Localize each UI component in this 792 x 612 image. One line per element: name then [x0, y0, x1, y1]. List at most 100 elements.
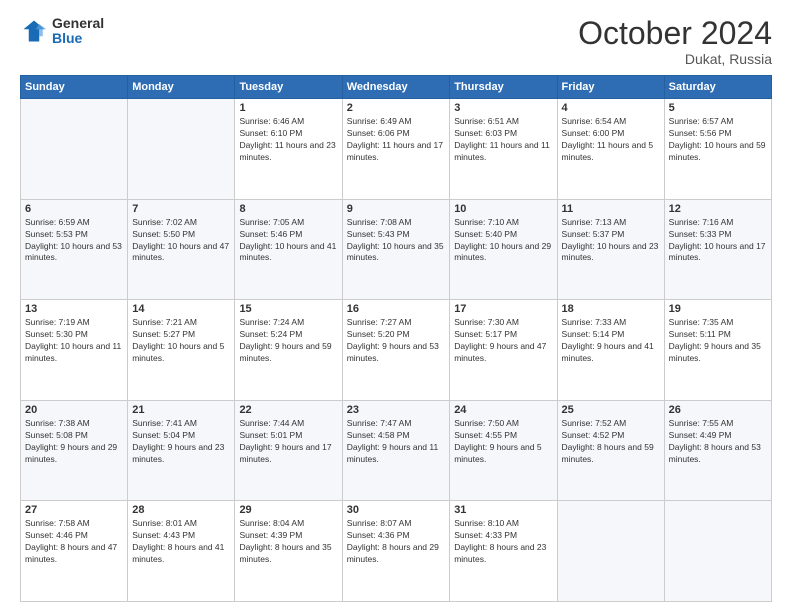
col-friday: Friday [557, 76, 664, 99]
calendar-cell: 11 Sunrise: 7:13 AMSunset: 5:37 PMDaylig… [557, 199, 664, 300]
header-row: Sunday Monday Tuesday Wednesday Thursday… [21, 76, 772, 99]
day-number: 15 [239, 303, 337, 315]
day-sunrise: Sunrise: 7:19 AMSunset: 5:30 PMDaylight:… [25, 317, 121, 363]
day-number: 21 [132, 404, 230, 416]
day-number: 23 [347, 404, 445, 416]
calendar-cell: 3 Sunrise: 6:51 AMSunset: 6:03 PMDayligh… [450, 99, 557, 200]
week-row-4: 27 Sunrise: 7:58 AMSunset: 4:46 PMDaylig… [21, 501, 772, 602]
day-number: 28 [132, 504, 230, 516]
calendar-cell: 5 Sunrise: 6:57 AMSunset: 5:56 PMDayligh… [664, 99, 771, 200]
calendar-table: Sunday Monday Tuesday Wednesday Thursday… [20, 75, 772, 602]
logo-general: General [52, 16, 104, 31]
calendar-cell: 9 Sunrise: 7:08 AMSunset: 5:43 PMDayligh… [342, 199, 449, 300]
logo-blue: Blue [52, 31, 104, 46]
day-number: 2 [347, 102, 445, 114]
day-sunrise: Sunrise: 7:10 AMSunset: 5:40 PMDaylight:… [454, 217, 551, 263]
day-sunrise: Sunrise: 7:52 AMSunset: 4:52 PMDaylight:… [562, 418, 654, 464]
day-number: 31 [454, 504, 552, 516]
col-saturday: Saturday [664, 76, 771, 99]
logo-icon [20, 17, 48, 45]
day-number: 27 [25, 504, 123, 516]
calendar-cell: 13 Sunrise: 7:19 AMSunset: 5:30 PMDaylig… [21, 300, 128, 401]
day-sunrise: Sunrise: 7:44 AMSunset: 5:01 PMDaylight:… [239, 418, 331, 464]
day-sunrise: Sunrise: 7:38 AMSunset: 5:08 PMDaylight:… [25, 418, 117, 464]
day-sunrise: Sunrise: 7:41 AMSunset: 5:04 PMDaylight:… [132, 418, 224, 464]
calendar-cell: 21 Sunrise: 7:41 AMSunset: 5:04 PMDaylig… [128, 400, 235, 501]
day-sunrise: Sunrise: 8:04 AMSunset: 4:39 PMDaylight:… [239, 518, 331, 564]
day-sunrise: Sunrise: 7:21 AMSunset: 5:27 PMDaylight:… [132, 317, 224, 363]
day-sunrise: Sunrise: 7:24 AMSunset: 5:24 PMDaylight:… [239, 317, 331, 363]
day-number: 6 [25, 203, 123, 215]
day-number: 4 [562, 102, 660, 114]
day-sunrise: Sunrise: 7:35 AMSunset: 5:11 PMDaylight:… [669, 317, 761, 363]
calendar-cell: 19 Sunrise: 7:35 AMSunset: 5:11 PMDaylig… [664, 300, 771, 401]
day-sunrise: Sunrise: 7:08 AMSunset: 5:43 PMDaylight:… [347, 217, 444, 263]
day-number: 9 [347, 203, 445, 215]
week-row-0: 1 Sunrise: 6:46 AMSunset: 6:10 PMDayligh… [21, 99, 772, 200]
day-number: 8 [239, 203, 337, 215]
calendar-cell: 2 Sunrise: 6:49 AMSunset: 6:06 PMDayligh… [342, 99, 449, 200]
calendar-cell: 8 Sunrise: 7:05 AMSunset: 5:46 PMDayligh… [235, 199, 342, 300]
day-sunrise: Sunrise: 7:55 AMSunset: 4:49 PMDaylight:… [669, 418, 761, 464]
day-number: 12 [669, 203, 767, 215]
day-sunrise: Sunrise: 7:33 AMSunset: 5:14 PMDaylight:… [562, 317, 654, 363]
week-row-3: 20 Sunrise: 7:38 AMSunset: 5:08 PMDaylig… [21, 400, 772, 501]
col-sunday: Sunday [21, 76, 128, 99]
day-number: 29 [239, 504, 337, 516]
day-number: 11 [562, 203, 660, 215]
calendar-cell: 26 Sunrise: 7:55 AMSunset: 4:49 PMDaylig… [664, 400, 771, 501]
col-tuesday: Tuesday [235, 76, 342, 99]
calendar-cell: 1 Sunrise: 6:46 AMSunset: 6:10 PMDayligh… [235, 99, 342, 200]
day-sunrise: Sunrise: 7:58 AMSunset: 4:46 PMDaylight:… [25, 518, 117, 564]
week-row-2: 13 Sunrise: 7:19 AMSunset: 5:30 PMDaylig… [21, 300, 772, 401]
title-month: October 2024 [578, 16, 772, 51]
day-sunrise: Sunrise: 6:57 AMSunset: 5:56 PMDaylight:… [669, 116, 766, 162]
day-number: 25 [562, 404, 660, 416]
col-thursday: Thursday [450, 76, 557, 99]
calendar-cell: 12 Sunrise: 7:16 AMSunset: 5:33 PMDaylig… [664, 199, 771, 300]
calendar-cell: 31 Sunrise: 8:10 AMSunset: 4:33 PMDaylig… [450, 501, 557, 602]
calendar-cell: 7 Sunrise: 7:02 AMSunset: 5:50 PMDayligh… [128, 199, 235, 300]
day-sunrise: Sunrise: 8:01 AMSunset: 4:43 PMDaylight:… [132, 518, 224, 564]
calendar-cell: 28 Sunrise: 8:01 AMSunset: 4:43 PMDaylig… [128, 501, 235, 602]
day-number: 26 [669, 404, 767, 416]
calendar-cell: 27 Sunrise: 7:58 AMSunset: 4:46 PMDaylig… [21, 501, 128, 602]
day-sunrise: Sunrise: 7:16 AMSunset: 5:33 PMDaylight:… [669, 217, 766, 263]
calendar-cell: 18 Sunrise: 7:33 AMSunset: 5:14 PMDaylig… [557, 300, 664, 401]
header: General Blue October 2024 Dukat, Russia [20, 16, 772, 67]
day-number: 7 [132, 203, 230, 215]
day-number: 14 [132, 303, 230, 315]
day-sunrise: Sunrise: 7:13 AMSunset: 5:37 PMDaylight:… [562, 217, 659, 263]
calendar-cell: 22 Sunrise: 7:44 AMSunset: 5:01 PMDaylig… [235, 400, 342, 501]
day-number: 24 [454, 404, 552, 416]
day-sunrise: Sunrise: 7:05 AMSunset: 5:46 PMDaylight:… [239, 217, 336, 263]
calendar-cell: 10 Sunrise: 7:10 AMSunset: 5:40 PMDaylig… [450, 199, 557, 300]
day-sunrise: Sunrise: 7:02 AMSunset: 5:50 PMDaylight:… [132, 217, 229, 263]
day-number: 17 [454, 303, 552, 315]
day-number: 18 [562, 303, 660, 315]
day-sunrise: Sunrise: 7:50 AMSunset: 4:55 PMDaylight:… [454, 418, 541, 464]
calendar-cell: 17 Sunrise: 7:30 AMSunset: 5:17 PMDaylig… [450, 300, 557, 401]
calendar-cell: 23 Sunrise: 7:47 AMSunset: 4:58 PMDaylig… [342, 400, 449, 501]
day-number: 30 [347, 504, 445, 516]
day-number: 10 [454, 203, 552, 215]
col-wednesday: Wednesday [342, 76, 449, 99]
logo: General Blue [20, 16, 104, 47]
calendar-cell [557, 501, 664, 602]
calendar-cell: 20 Sunrise: 7:38 AMSunset: 5:08 PMDaylig… [21, 400, 128, 501]
day-sunrise: Sunrise: 7:30 AMSunset: 5:17 PMDaylight:… [454, 317, 546, 363]
title-location: Dukat, Russia [578, 51, 772, 67]
day-number: 5 [669, 102, 767, 114]
calendar-cell [21, 99, 128, 200]
calendar-cell: 25 Sunrise: 7:52 AMSunset: 4:52 PMDaylig… [557, 400, 664, 501]
logo-text: General Blue [52, 16, 104, 47]
title-block: October 2024 Dukat, Russia [578, 16, 772, 67]
day-sunrise: Sunrise: 8:10 AMSunset: 4:33 PMDaylight:… [454, 518, 546, 564]
day-sunrise: Sunrise: 6:59 AMSunset: 5:53 PMDaylight:… [25, 217, 122, 263]
page: General Blue October 2024 Dukat, Russia … [0, 0, 792, 612]
day-number: 3 [454, 102, 552, 114]
calendar-cell: 16 Sunrise: 7:27 AMSunset: 5:20 PMDaylig… [342, 300, 449, 401]
day-number: 19 [669, 303, 767, 315]
day-number: 16 [347, 303, 445, 315]
day-sunrise: Sunrise: 6:49 AMSunset: 6:06 PMDaylight:… [347, 116, 443, 162]
